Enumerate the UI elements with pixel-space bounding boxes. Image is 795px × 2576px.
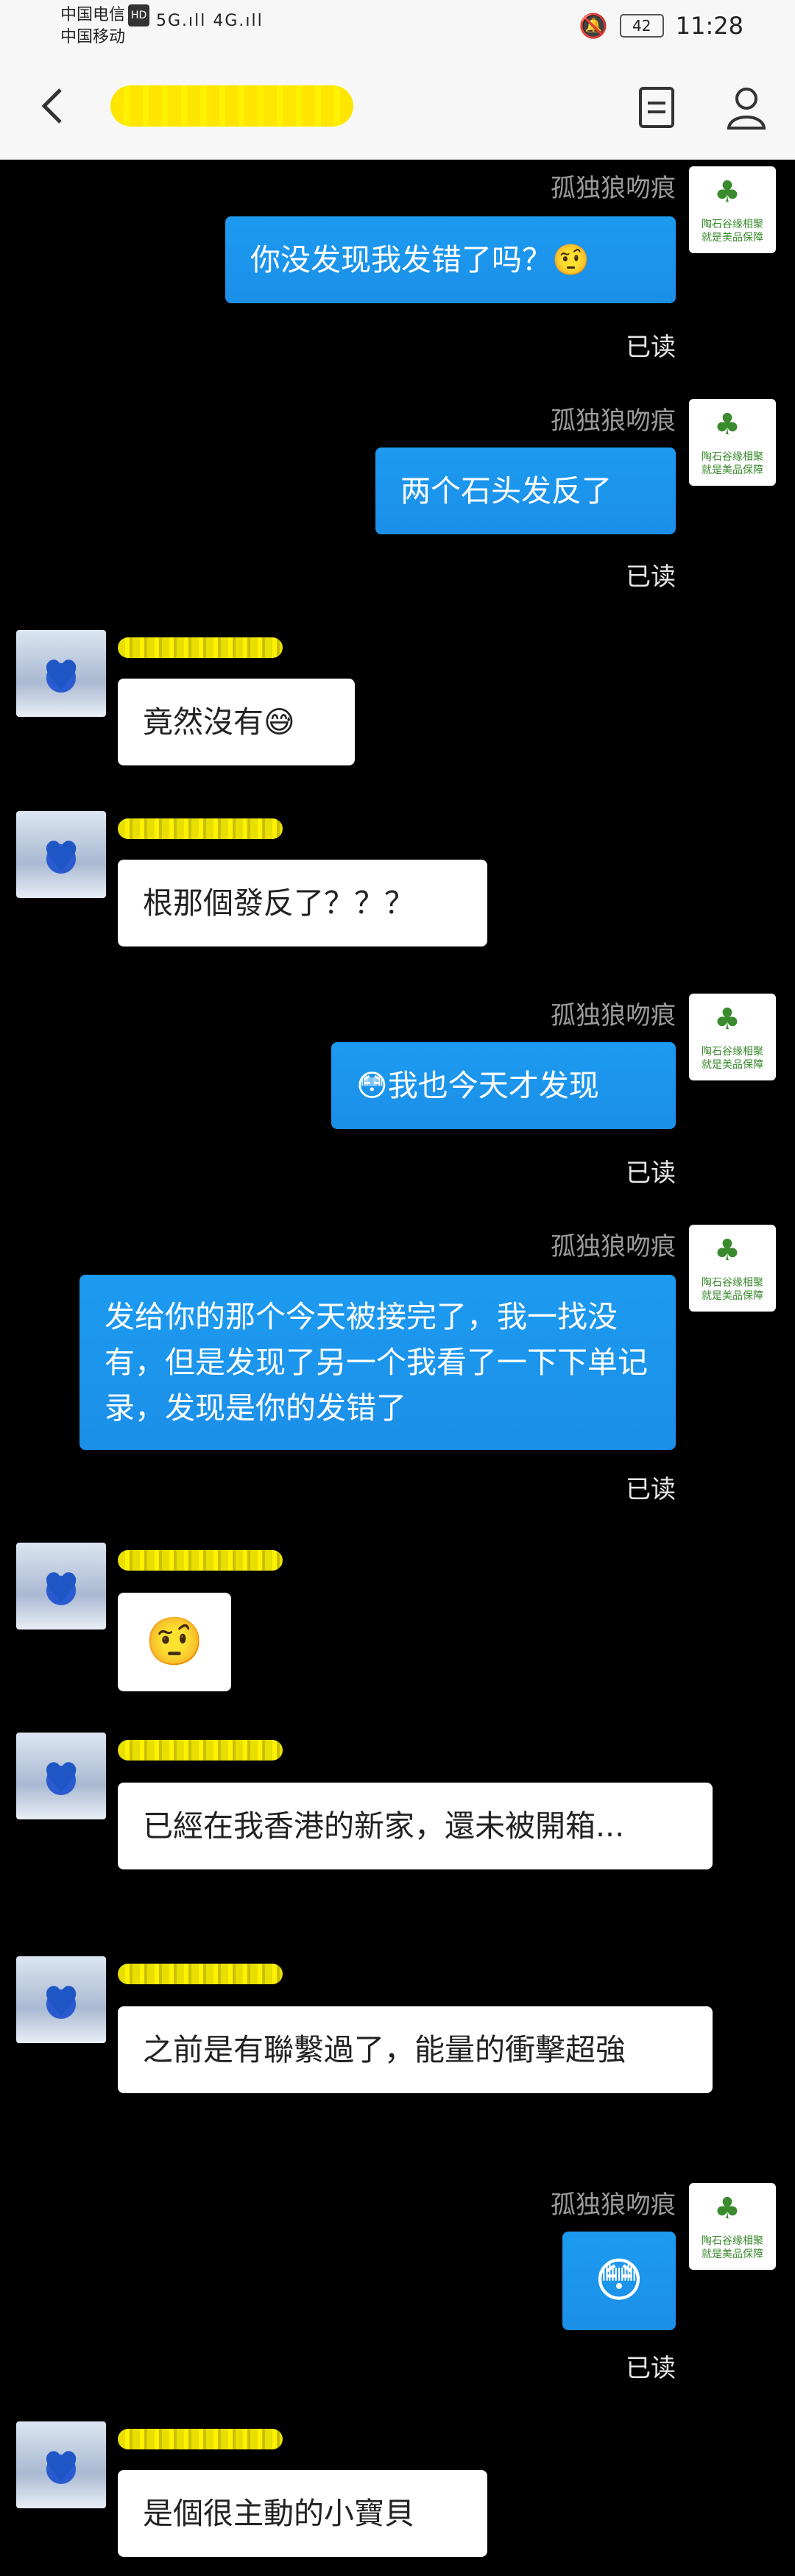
tree-logo-icon: ♣ [714, 1002, 741, 1036]
tree-logo-icon: ♣ [714, 175, 741, 209]
battery-icon: 42 [619, 14, 664, 38]
heart-icon: ♥ [43, 833, 80, 881]
message-bubble[interactable]: 竟然沒有😅 [118, 679, 355, 765]
contact-name-label [118, 1550, 283, 1571]
carrier-info: 中国电信 HD 中国移动 [60, 4, 150, 49]
contact-avatar[interactable]: ♥ [16, 811, 106, 898]
contact-avatar[interactable]: ♥ [16, 1733, 106, 1819]
message-bubble[interactable]: 😳我也今天才发现 [331, 1042, 676, 1129]
heart-icon: ♥ [43, 1755, 80, 1802]
heart-icon: ♥ [43, 2444, 80, 2491]
read-receipt: 已读 [626, 333, 676, 362]
message-bubble[interactable]: 😳 [562, 2232, 676, 2330]
sender-name: 孤独狼吻痕 [551, 2190, 676, 2220]
avatar-seal: 陶石谷缘相聚 就是美品保障 [702, 1046, 763, 1071]
contact-avatar[interactable]: ♥ [16, 1543, 106, 1630]
avatar-seal: 陶石谷缘相聚 就是美品保障 [702, 451, 763, 476]
my-avatar[interactable]: ♣ 陶石谷缘相聚 就是美品保障 [689, 1225, 776, 1312]
contact-name-label [118, 818, 283, 839]
message-bubble[interactable]: 两个石头发反了 [375, 447, 676, 534]
my-avatar[interactable]: ♣ 陶石谷缘相聚 就是美品保障 [689, 2183, 776, 2270]
document-icon[interactable] [637, 85, 676, 130]
message-bubble[interactable]: 是個很主動的小寶貝 [118, 2470, 487, 2557]
avatar-seal: 陶石谷缘相聚 就是美品保障 [702, 1277, 763, 1302]
message-bubble[interactable]: 已經在我香港的新家，還未被開箱... [118, 1783, 713, 1869]
message-bubble[interactable]: 之前是有聯繫過了，能量的衝擊超強 [118, 2006, 713, 2093]
tree-logo-icon: ♣ [714, 1234, 741, 1267]
tree-logo-icon: ♣ [714, 2192, 741, 2226]
chat-header: ████████ [0, 53, 795, 160]
my-avatar[interactable]: ♣ 陶石谷缘相聚 就是美品保障 [689, 399, 776, 486]
hd-badge: HD [128, 4, 150, 26]
contact-name-label [118, 1740, 283, 1761]
message-bubble[interactable]: 根那個發反了？？？ [118, 860, 487, 946]
clock: 11:28 [675, 12, 743, 40]
message-bubble[interactable]: 🤨 [118, 1593, 231, 1691]
carrier-1: 中国电信 [60, 6, 126, 24]
read-receipt: 已读 [626, 1475, 676, 1504]
heart-icon: ♥ [43, 1565, 80, 1613]
sender-name: 孤独狼吻痕 [551, 1001, 676, 1030]
read-receipt: 已读 [626, 1158, 676, 1188]
mute-icon: 🔕 [578, 12, 608, 40]
message-bubble[interactable]: 发给你的那个今天被接完了，我一找没有，但是发现了另一个我看了一下下单记录，发现是… [80, 1275, 676, 1450]
heart-icon: ♥ [43, 652, 80, 700]
sender-name: 孤独狼吻痕 [551, 406, 676, 436]
message-bubble[interactable]: 你没发现我发错了吗？🤨 [225, 216, 676, 303]
contact-name: ████████ [110, 85, 353, 127]
contact-avatar[interactable]: ♥ [16, 630, 106, 717]
my-avatar[interactable]: ♣ 陶石谷缘相聚 就是美品保障 [689, 166, 776, 253]
contact-name-label [118, 2429, 283, 2449]
heart-icon: ♥ [43, 1978, 80, 2026]
contact-name-label [118, 1964, 283, 1984]
avatar-seal: 陶石谷缘相聚 就是美品保障 [702, 219, 763, 244]
read-receipt: 已读 [626, 562, 676, 592]
profile-icon[interactable] [726, 85, 767, 130]
sender-name: 孤独狼吻痕 [551, 1232, 676, 1262]
contact-name-label [118, 637, 283, 658]
contact-avatar[interactable]: ♥ [16, 2421, 106, 2508]
back-arrow-icon[interactable] [38, 85, 68, 127]
read-receipt: 已读 [626, 2354, 676, 2383]
contact-avatar[interactable]: ♥ [16, 1956, 106, 2043]
signal-icons: 5G.ıll 4G.ıll [156, 12, 264, 30]
avatar-seal: 陶石谷缘相聚 就是美品保障 [702, 2235, 763, 2260]
my-avatar[interactable]: ♣ 陶石谷缘相聚 就是美品保障 [689, 994, 776, 1080]
status-bar: 中国电信 HD 中国移动 5G.ıll 4G.ıll 🔕 42 11:28 [0, 0, 795, 53]
sender-name: 孤独狼吻痕 [551, 174, 676, 203]
tree-logo-icon: ♣ [714, 408, 741, 442]
carrier-2: 中国移动 [60, 28, 126, 46]
